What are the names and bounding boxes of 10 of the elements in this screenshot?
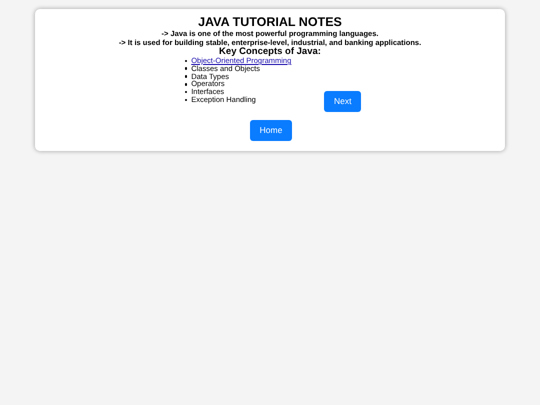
bullet-icon [184,98,188,102]
section-heading: Key Concepts of Java: [219,47,321,57]
bullet-icon [184,83,188,86]
next-button[interactable]: Next [324,90,362,112]
page-title: JAVA TUTORIAL NOTES [197,15,343,29]
bullet-icon [184,90,188,94]
bullet-icon [184,60,188,62]
home-button[interactable]: Home [250,120,292,141]
bullet-icon [184,75,188,78]
bullet-icon [184,67,188,70]
